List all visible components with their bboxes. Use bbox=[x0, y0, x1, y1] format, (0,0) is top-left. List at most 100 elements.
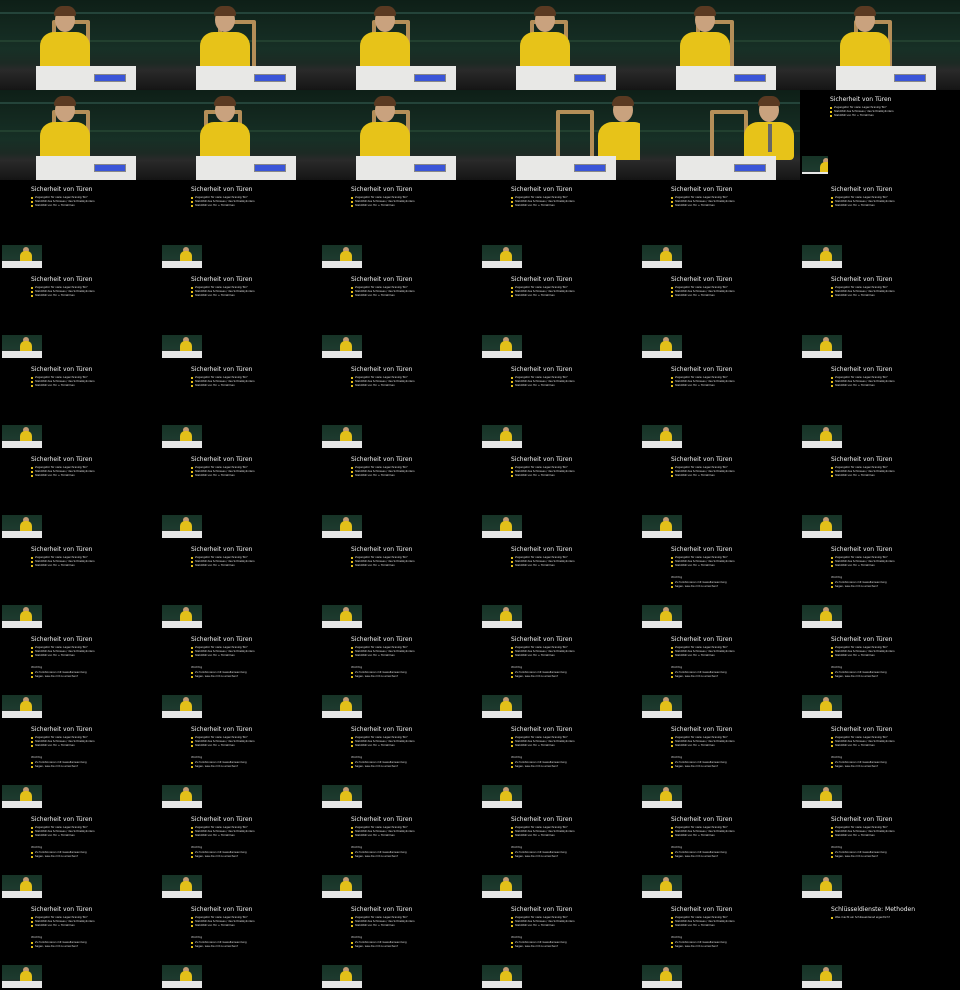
slide-bullet: Sagen, was die mit zu erreichen? bbox=[351, 855, 407, 859]
slide-bullet: Sagen, was die mit zu erreichen? bbox=[511, 945, 567, 949]
slide-bullets: Zugangstür für viele: Lagerchranzig Tür?… bbox=[31, 646, 95, 658]
slide-title: Sicherheit von Türen bbox=[191, 816, 253, 823]
video-frame bbox=[320, 90, 480, 180]
slide-title: Sicherheit von Türen bbox=[511, 366, 573, 373]
slide-frame: Sicherheit von Türen Zugangstür für viele… bbox=[640, 630, 800, 720]
slide-frame: Sicherheit von Türen Zugangstür für viele… bbox=[0, 270, 160, 360]
slide-bullet: Stabilität von Tür + Türrahmen bbox=[511, 924, 575, 928]
slide-bullets-secondary: Zu funktionieren mit Gewaltanwendung Sage… bbox=[511, 941, 567, 949]
slide-bullets: Zugangstür für viele: Lagerchranzig Tür?… bbox=[671, 286, 735, 298]
slide-bullet: Sagen, was die mit zu erreichen? bbox=[191, 675, 247, 679]
slide-frame: Sicherheit von Türen Zugangstür für viele… bbox=[480, 900, 640, 990]
slide-title: Sicherheit von Türen bbox=[831, 276, 893, 283]
presenter-hair bbox=[694, 6, 716, 16]
slide-frame: Sicherheit von Türen Zugangstür für viele… bbox=[320, 720, 480, 810]
speaker-thumbnail bbox=[802, 425, 842, 448]
slide-subtitle: Wichtig bbox=[191, 755, 203, 759]
slide-frame: Sicherheit von Türen Zugangstür für viele… bbox=[0, 180, 160, 270]
thumbnail-desk bbox=[322, 441, 362, 448]
speaker-thumbnail bbox=[2, 875, 42, 898]
thumbnail-desk bbox=[322, 891, 362, 898]
slide-frame: Schlüsseldienste: Methoden Was macht ein … bbox=[800, 900, 960, 990]
presenter-hair bbox=[534, 6, 556, 16]
speaker-thumbnail bbox=[482, 785, 522, 808]
contact-sheet-cell: Sicherheit von Türen Zugangstür für viele… bbox=[160, 540, 320, 630]
slide-subtitle: Wichtig bbox=[831, 845, 843, 849]
slide-subtitle: Wichtig bbox=[671, 755, 683, 759]
slide-bullet: Stabilität von Tür + Türrahmen bbox=[511, 834, 575, 838]
thumbnail-desk bbox=[322, 351, 362, 358]
slide-frame: Sicherheit von Türen Zugangstür für viele… bbox=[160, 540, 320, 630]
slide-bullet: Stabilität von Tür + Türrahmen bbox=[351, 654, 415, 658]
contact-sheet-cell bbox=[480, 90, 640, 180]
speaker-thumbnail bbox=[322, 515, 362, 538]
thumbnail-desk bbox=[322, 261, 362, 268]
slide-bullets: Zugangstür für viele: Lagerchranzig Tür?… bbox=[831, 196, 895, 208]
contact-sheet-cell: Sicherheit von Türen Zugangstür für viele… bbox=[0, 360, 160, 450]
thumbnail-desk bbox=[642, 981, 682, 988]
slide-bullets: Zugangstür für viele: Lagerchranzig Tür?… bbox=[831, 556, 895, 568]
presenter-shirt bbox=[40, 122, 90, 160]
slide-bullets: Zugangstür für viele: Lagerchranzig Tür?… bbox=[191, 286, 255, 298]
slide-bullet: Sagen, was die mit zu erreichen? bbox=[831, 585, 887, 589]
thumbnail-desk bbox=[322, 801, 362, 808]
slide-bullets-secondary: Zu funktionieren mit Gewaltanwendung Sage… bbox=[831, 851, 887, 859]
thumbnail-desk bbox=[482, 801, 522, 808]
slide-title: Sicherheit von Türen bbox=[830, 96, 892, 103]
speaker-thumbnail bbox=[802, 245, 842, 268]
frame-grid: Sicherheit von Türen Zugangstür für viele… bbox=[0, 0, 960, 990]
contact-sheet-cell: Sicherheit von Türen Zugangstür für viele… bbox=[800, 90, 960, 180]
contact-sheet-cell: Sicherheit von Türen Zugangstür für viele… bbox=[480, 900, 640, 990]
slide-bullet: Stabilität von Tür + Türrahmen bbox=[31, 744, 95, 748]
slide-bullet: Stabilität von Tür + Türrahmen bbox=[831, 744, 895, 748]
slide-bullets: Zugangstür für viele: Lagerchranzig Tür?… bbox=[31, 196, 95, 208]
slide-subtitle: Wichtig bbox=[191, 935, 203, 939]
slide-frame: Sicherheit von Türen Zugangstür für viele… bbox=[320, 180, 480, 270]
slide-frame: Sicherheit von Türen Zugangstür für viele… bbox=[640, 360, 800, 450]
contact-sheet-cell: Sicherheit von Türen Zugangstür für viele… bbox=[640, 270, 800, 360]
slide-bullets: Zugangstür für viele: Lagerchranzig Tür?… bbox=[191, 916, 255, 928]
slide-title: Sicherheit von Türen bbox=[351, 636, 413, 643]
presenter-hair bbox=[758, 96, 780, 106]
speaker-thumbnail bbox=[482, 425, 522, 448]
slide-bullets: Zugangstür für viele: Lagerchranzig Tür?… bbox=[191, 646, 255, 658]
slide-bullet: Stabilität von Tür + Türrahmen bbox=[351, 384, 415, 388]
slide-bullet: Sagen, was die mit zu erreichen? bbox=[671, 585, 727, 589]
slide-title: Sicherheit von Türen bbox=[351, 186, 413, 193]
contact-sheet-cell: Sicherheit von Türen Zugangstür für viele… bbox=[480, 270, 640, 360]
slide-frame: Sicherheit von Türen Zugangstür für viele… bbox=[0, 630, 160, 720]
speaker-thumbnail bbox=[642, 335, 682, 358]
slide-bullet: Stabilität von Tür + Türrahmen bbox=[191, 384, 255, 388]
speaker-thumbnail bbox=[162, 335, 202, 358]
contact-sheet-cell bbox=[160, 0, 320, 90]
slide-frame: Sicherheit von Türen Zugangstür für viele… bbox=[480, 720, 640, 810]
contact-sheet-cell: Sicherheit von Türen Zugangstür für viele… bbox=[160, 270, 320, 360]
speaker-thumbnail bbox=[322, 245, 362, 268]
slide-title: Sicherheit von Türen bbox=[31, 906, 93, 913]
chalkboard-line bbox=[160, 102, 320, 104]
slide-bullets: Zugangstür für viele: Lagerchranzig Tür?… bbox=[671, 736, 735, 748]
speaker-thumbnail bbox=[642, 965, 682, 988]
slide-bullet: Stabilität von Tür + Türrahmen bbox=[671, 564, 735, 568]
thumbnail-desk bbox=[482, 891, 522, 898]
slide-bullets-secondary: Zu funktionieren mit Gewaltanwendung Sage… bbox=[31, 851, 87, 859]
thumbnail-desk bbox=[802, 531, 842, 538]
contact-sheet-cell bbox=[320, 0, 480, 90]
slide-bullet: Stabilität von Tür + Türrahmen bbox=[831, 834, 895, 838]
slide-frame: Sicherheit von Türen Zugangstür für viele… bbox=[640, 180, 800, 270]
slide-bullets: Zugangstür für viele: Lagerchranzig Tür?… bbox=[671, 556, 735, 568]
presenter-shirt bbox=[840, 32, 890, 70]
slide-title: Sicherheit von Türen bbox=[31, 726, 93, 733]
slide-bullets: Zugangstür für viele: Lagerchranzig Tür?… bbox=[671, 916, 735, 928]
slide-frame: Sicherheit von Türen Zugangstür für viele… bbox=[480, 540, 640, 630]
slide-frame: Sicherheit von Türen Zugangstür für viele… bbox=[320, 810, 480, 900]
speaker-thumbnail bbox=[322, 965, 362, 988]
contact-sheet-cell: Sicherheit von Türen Zugangstür für viele… bbox=[320, 540, 480, 630]
contact-sheet-cell: Sicherheit von Türen Zugangstür für viele… bbox=[320, 450, 480, 540]
slide-title: Sicherheit von Türen bbox=[511, 456, 573, 463]
contact-sheet-cell: Sicherheit von Türen Zugangstür für viele… bbox=[0, 540, 160, 630]
thumbnail-desk bbox=[642, 711, 682, 718]
contact-sheet-cell: Sicherheit von Türen Zugangstür für viele… bbox=[320, 900, 480, 990]
slide-bullets-secondary: Zu funktionieren mit Gewaltanwendung Sage… bbox=[671, 851, 727, 859]
contact-sheet-cell: Sicherheit von Türen Zugangstür für viele… bbox=[0, 900, 160, 990]
